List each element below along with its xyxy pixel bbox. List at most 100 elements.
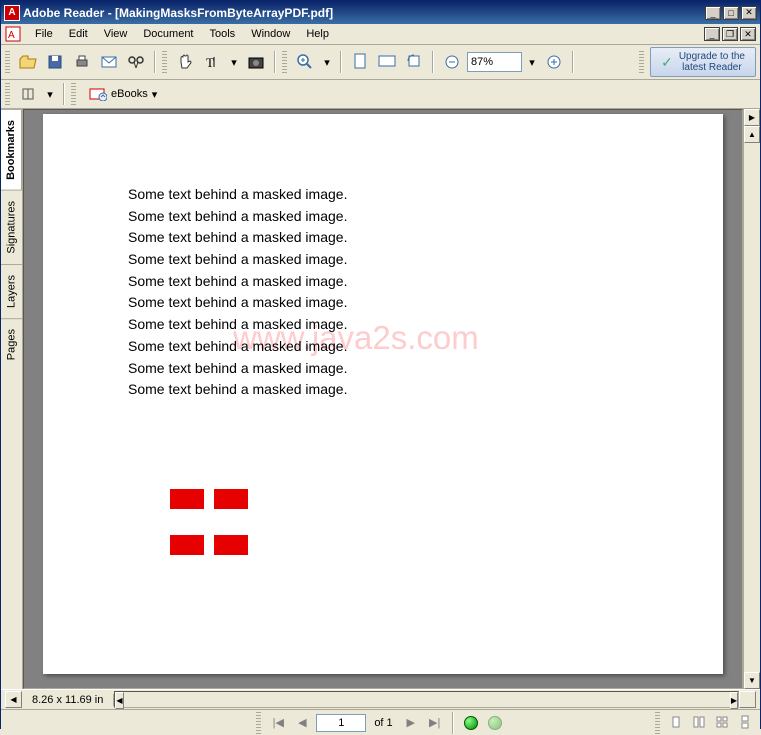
- zoom-out-button[interactable]: [440, 50, 464, 74]
- text-line: Some text behind a masked image.: [128, 227, 347, 249]
- zoom-in-button[interactable]: [293, 50, 317, 74]
- svg-text:T: T: [206, 55, 214, 70]
- forward-icon: [488, 716, 502, 730]
- scroll-left-button[interactable]: ◀: [115, 692, 123, 709]
- toolbar-grip[interactable]: [5, 83, 10, 105]
- ebooks-button[interactable]: eBooks ▾: [82, 84, 164, 104]
- tab-bookmarks[interactable]: Bookmarks: [1, 109, 22, 190]
- zoom-in2-button[interactable]: [542, 50, 566, 74]
- fit-page-button[interactable]: [348, 50, 372, 74]
- document-viewport: www.java2s.com Some text behind a masked…: [23, 109, 760, 689]
- text-line: Some text behind a masked image.: [128, 271, 347, 293]
- upgrade-text: Upgrade to thelatest Reader: [679, 51, 745, 73]
- menu-tools[interactable]: Tools: [202, 26, 244, 42]
- doc-restore-button[interactable]: ❐: [722, 27, 738, 41]
- text-line: Some text behind a masked image.: [128, 314, 347, 336]
- fit-width-button[interactable]: [375, 50, 399, 74]
- main-area: Bookmarks Signatures Layers Pages www.ja…: [1, 109, 760, 689]
- nav-grip[interactable]: [256, 712, 261, 734]
- prev-page-button[interactable]: ◀: [292, 713, 312, 733]
- view-mode-buttons: [655, 712, 755, 734]
- doc-minimize-button[interactable]: _: [704, 27, 720, 41]
- menu-edit[interactable]: Edit: [61, 26, 96, 42]
- doc-close-button[interactable]: ✕: [740, 27, 756, 41]
- page-prev-icon[interactable]: ◀: [5, 691, 22, 708]
- menu-file[interactable]: File: [27, 26, 61, 42]
- select-dropdown-button[interactable]: ▾: [227, 50, 241, 74]
- upgrade-icon: ✓: [661, 54, 673, 71]
- red-block: [170, 489, 204, 509]
- toolbar-grip[interactable]: [639, 51, 644, 73]
- text-line: Some text behind a masked image.: [128, 379, 347, 401]
- email-button[interactable]: [97, 50, 121, 74]
- rotate-button[interactable]: [402, 50, 426, 74]
- nav-grip[interactable]: [655, 712, 660, 734]
- text-select-button[interactable]: T: [200, 50, 224, 74]
- chevron-down-icon: ▾: [152, 88, 158, 101]
- status-bar: ◀ 8.26 x 11.69 in ◀ ▶: [1, 689, 760, 709]
- doc-name: [MakingMasksFromByteArrayPDF.pdf]: [115, 6, 333, 20]
- red-block: [170, 535, 204, 555]
- zoom-dropdown-button[interactable]: ▾: [320, 50, 334, 74]
- toolbar-grip[interactable]: [71, 83, 76, 105]
- nav-separator: [452, 712, 454, 734]
- scroll-track[interactable]: [124, 692, 730, 707]
- app-name: Adobe Reader: [23, 6, 104, 20]
- zoom-field-dropdown[interactable]: ▾: [525, 50, 539, 74]
- vertical-scrollbar[interactable]: ▶ ▲ ▼: [743, 109, 760, 689]
- app-icon: A: [4, 5, 20, 21]
- red-block: [214, 489, 248, 509]
- scroll-down-button[interactable]: ▼: [744, 672, 760, 689]
- masked-image: [170, 489, 248, 555]
- collapse-button[interactable]: [16, 82, 40, 106]
- tab-pages[interactable]: Pages: [1, 318, 22, 370]
- toolbar-separator: [154, 51, 156, 73]
- first-page-button[interactable]: |◀: [268, 713, 288, 733]
- scroll-right-button[interactable]: ▶: [730, 692, 738, 709]
- open-button[interactable]: [16, 50, 40, 74]
- hand-tool-button[interactable]: [173, 50, 197, 74]
- page-up-icon[interactable]: ▶: [744, 109, 760, 126]
- page-of-label: of 1: [370, 717, 396, 729]
- pdf-icon: A: [5, 26, 21, 42]
- maximize-button[interactable]: □: [723, 6, 739, 20]
- minimize-button[interactable]: _: [705, 6, 721, 20]
- tab-layers[interactable]: Layers: [1, 264, 22, 318]
- scroll-track[interactable]: [744, 143, 760, 672]
- next-page-button[interactable]: ▶: [401, 713, 421, 733]
- toolbar-separator: [340, 51, 342, 73]
- main-toolbar: T ▾ ▾ ▾ ✓ Upgrade to thelatest Reader: [1, 45, 760, 80]
- menu-window[interactable]: Window: [243, 26, 298, 42]
- toolbar-grip[interactable]: [162, 51, 167, 73]
- secondary-toolbar: ▾ eBooks ▾: [1, 80, 760, 109]
- text-line: Some text behind a masked image.: [128, 358, 347, 380]
- upgrade-button[interactable]: ✓ Upgrade to thelatest Reader: [650, 47, 756, 77]
- back-icon: [464, 716, 478, 730]
- pdf-page: www.java2s.com Some text behind a masked…: [43, 114, 723, 674]
- collapse-dropdown[interactable]: ▾: [43, 82, 57, 106]
- horizontal-scrollbar[interactable]: ◀ ▶: [114, 691, 739, 708]
- red-block: [214, 535, 248, 555]
- text-line: Some text behind a masked image.: [128, 292, 347, 314]
- toolbar-grip[interactable]: [5, 51, 10, 73]
- document-scroll[interactable]: www.java2s.com Some text behind a masked…: [23, 109, 743, 689]
- close-button[interactable]: ✕: [741, 6, 757, 20]
- window-title: Adobe Reader - [MakingMasksFromByteArray…: [23, 6, 705, 20]
- next-view-button[interactable]: [485, 713, 505, 733]
- search-button[interactable]: [124, 50, 148, 74]
- zoom-field[interactable]: [467, 52, 522, 72]
- svg-text:A: A: [8, 30, 15, 41]
- menu-help[interactable]: Help: [298, 26, 337, 42]
- toolbar-grip[interactable]: [282, 51, 287, 73]
- previous-view-button[interactable]: [461, 713, 481, 733]
- snapshot-button[interactable]: [244, 50, 268, 74]
- menu-view[interactable]: View: [96, 26, 136, 42]
- last-page-button[interactable]: ▶|: [425, 713, 445, 733]
- print-button[interactable]: [70, 50, 94, 74]
- scroll-up-button[interactable]: ▲: [744, 126, 760, 143]
- page-text: Some text behind a masked image. Some te…: [128, 184, 347, 401]
- menu-document[interactable]: Document: [135, 26, 201, 42]
- tab-signatures[interactable]: Signatures: [1, 190, 22, 264]
- save-button[interactable]: [43, 50, 67, 74]
- text-line: Some text behind a masked image.: [128, 249, 347, 271]
